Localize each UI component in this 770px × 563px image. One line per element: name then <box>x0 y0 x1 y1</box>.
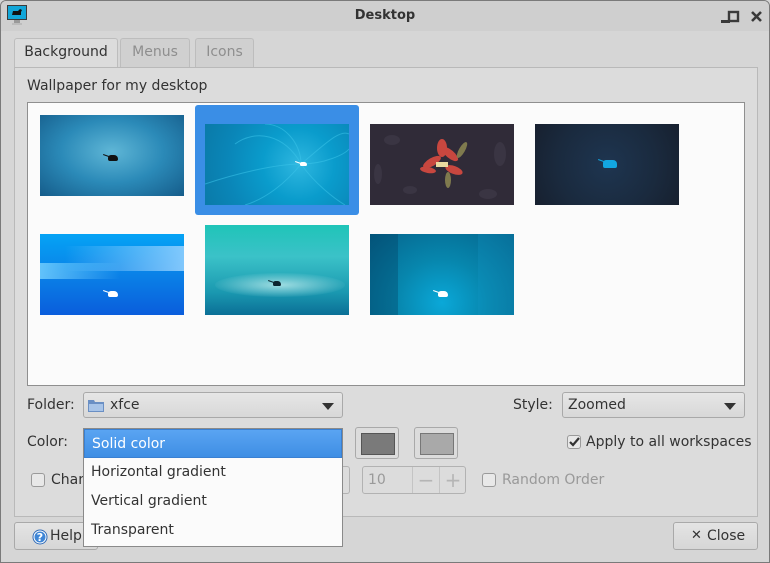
random-order-label: Random Order <box>502 472 605 488</box>
style-value: Zoomed <box>568 397 626 413</box>
wallpaper-thumbnail[interactable] <box>40 115 184 196</box>
svg-text:?: ? <box>37 531 43 544</box>
dropdown-item-horizontal-gradient[interactable]: Horizontal gradient <box>84 458 342 487</box>
window-title: Desktop <box>354 8 416 23</box>
dropdown-item-transparent[interactable]: Transparent <box>84 516 342 545</box>
apply-all-workspaces-checkbox[interactable] <box>567 435 581 449</box>
light-stripe <box>40 263 120 279</box>
dropdown-item-vertical-gradient[interactable]: Vertical gradient <box>84 487 342 516</box>
chevron-down-icon <box>322 403 334 410</box>
close-x-icon: ✕ <box>691 528 702 543</box>
wallpaper-thumbnail-selected[interactable] <box>195 105 359 215</box>
primary-color-swatch <box>361 433 395 455</box>
dropdown-item-solid-color[interactable]: Solid color <box>84 429 342 458</box>
wallpaper-thumbnail[interactable] <box>370 124 514 205</box>
style-label: Style: <box>513 397 553 413</box>
change-background-label: Chan <box>51 472 88 488</box>
apply-all-workspaces-label: Apply to all workspaces <box>586 434 752 450</box>
checkmark-icon <box>569 437 580 447</box>
light-column <box>478 234 514 315</box>
chevron-down-icon <box>724 403 736 410</box>
tab-background[interactable]: Background <box>14 38 118 69</box>
xfce-mouse-icon <box>108 155 118 161</box>
floral-pattern <box>374 135 506 199</box>
tab-icons[interactable]: Icons <box>195 38 254 67</box>
wallpaper-thumbnail[interactable] <box>40 234 184 315</box>
xfce-mouse-icon <box>603 160 617 168</box>
folder-combobox[interactable]: xfce <box>83 392 343 418</box>
wallpaper-thumbnail[interactable] <box>370 234 514 315</box>
flower-pattern <box>205 124 349 205</box>
wallpaper-thumbnail[interactable] <box>205 124 349 205</box>
style-combobox[interactable]: Zoomed <box>562 392 745 418</box>
random-order-checkbox[interactable] <box>482 473 496 487</box>
color-mode-dropdown-menu: Solid color Horizontal gradient Vertical… <box>83 428 343 547</box>
xfce-mouse-icon <box>108 291 118 297</box>
help-label: Help <box>50 528 82 544</box>
secondary-color-swatch <box>420 433 454 455</box>
secondary-color-button[interactable] <box>414 427 458 459</box>
folder-label: Folder: <box>27 397 75 413</box>
dark-column <box>370 234 398 315</box>
desktop-settings-window: Desktop Background Menus Icons Wallpaper… <box>0 0 770 563</box>
close-button[interactable]: ✕ Close <box>673 522 758 550</box>
wallpaper-thumbnail[interactable] <box>535 124 679 205</box>
title-bar[interactable]: Desktop <box>1 1 769 31</box>
maximize-icon <box>727 10 740 23</box>
color-label: Color: <box>27 434 69 450</box>
xfce-mouse-icon <box>438 291 448 297</box>
decrement-button[interactable]: − <box>412 467 439 493</box>
tab-menus[interactable]: Menus <box>120 38 190 67</box>
close-label: Close <box>707 528 746 544</box>
wallpaper-thumbnail[interactable] <box>205 225 349 315</box>
xfce-mouse-icon <box>273 281 281 286</box>
xfce-mouse-icon <box>300 162 307 166</box>
help-icon: ? <box>32 529 48 549</box>
change-background-checkbox[interactable] <box>31 473 45 487</box>
wallpaper-section-label: Wallpaper for my desktop <box>27 78 208 94</box>
increment-button[interactable]: + <box>439 467 466 493</box>
interval-value: 10 <box>368 472 386 488</box>
folder-icon <box>88 398 104 416</box>
interval-spinbutton[interactable]: 10 − + <box>362 466 466 494</box>
folder-value: xfce <box>110 397 140 413</box>
wallpaper-grid[interactable] <box>27 102 745 386</box>
close-icon <box>751 11 762 22</box>
primary-color-button[interactable] <box>355 427 399 459</box>
maximize-button[interactable] <box>726 8 742 24</box>
close-window-button[interactable] <box>749 8 765 24</box>
